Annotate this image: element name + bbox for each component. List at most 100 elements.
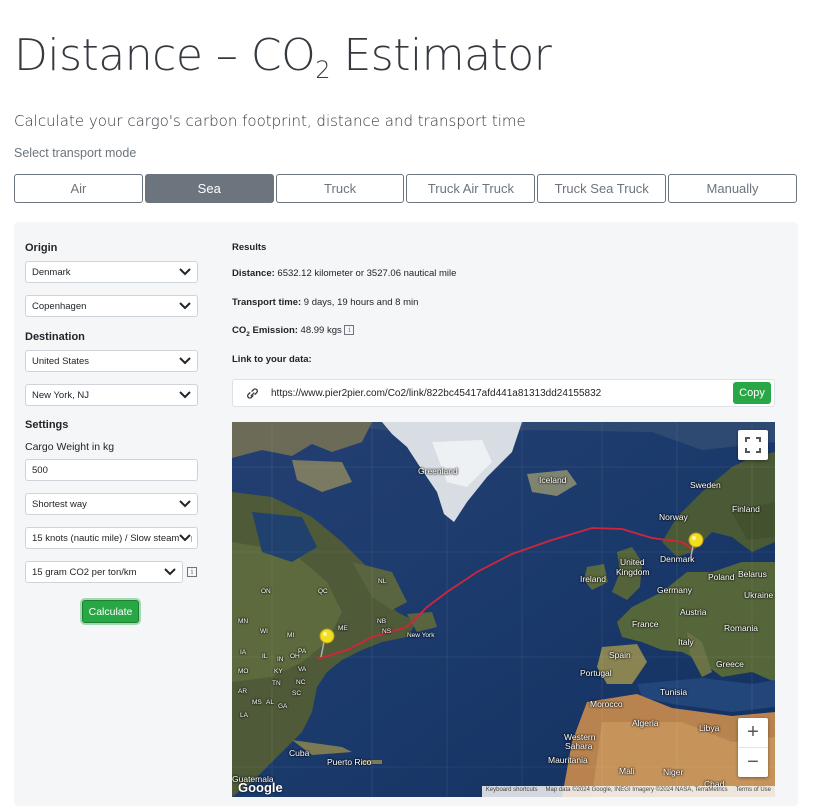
terms-of-use-link[interactable]: Terms of Use [736, 787, 771, 796]
map-label: Sweden [690, 480, 721, 490]
page-title: Distance – CO2 Estimator [14, 30, 552, 84]
map-label: ON [261, 588, 271, 595]
chevron-down-icon [179, 302, 191, 310]
map-label: Germany [657, 585, 692, 595]
map-data-credit: Map data ©2024 Google, INEGI Imagery ©20… [545, 787, 728, 793]
co2-emission-result: CO2 Emission: 48.99 kgs i [232, 325, 355, 338]
cargo-weight-input[interactable]: 500 [25, 459, 198, 481]
map-label: Niger [663, 767, 684, 777]
map-label: Portugal [580, 668, 612, 678]
map-label: Finland [732, 504, 760, 514]
share-link-field[interactable]: https://www.pier2pier.com/Co2/link/822bc… [232, 379, 775, 407]
map-label: Puerto Rico [327, 757, 372, 767]
map-label: Greenland [418, 466, 458, 476]
zoom-in-button[interactable]: + [738, 719, 768, 748]
transport-mode-group: Air Sea Truck Truck Air Truck Truck Sea … [14, 174, 797, 203]
map-label: France [632, 619, 659, 629]
destination-country-select[interactable]: United States [25, 350, 198, 372]
map-label: WI [260, 628, 268, 635]
map-label: Sahara [565, 741, 593, 751]
map-label: Ukraine [744, 590, 774, 600]
fullscreen-button[interactable] [738, 430, 768, 460]
origin-city-select[interactable]: Copenhagen [25, 295, 198, 317]
map-label: QC [318, 588, 328, 595]
map-label: Cuba [289, 748, 310, 758]
chevron-down-icon [179, 268, 191, 276]
map-label: GA [278, 703, 288, 710]
map-label: NL [378, 578, 387, 585]
emission-factor-select[interactable]: 15 gram CO2 per ton/km [25, 561, 183, 583]
route-select[interactable]: Shortest way [25, 493, 198, 515]
map-label: IN [277, 656, 284, 663]
chevron-down-icon [179, 357, 191, 365]
origin-label: Origin [25, 242, 58, 254]
map-label: ME [338, 625, 348, 632]
map-label: LA [240, 712, 248, 719]
map-label: VA [298, 666, 307, 673]
info-icon[interactable]: i [344, 325, 355, 336]
map-label: Italy [678, 637, 694, 647]
route-map[interactable]: Greenland Iceland Sweden Norway Finland … [232, 422, 775, 797]
destination-label: Destination [25, 331, 85, 343]
cargo-weight-label: Cargo Weight in kg [25, 441, 115, 453]
map-label: Mali [619, 766, 635, 776]
map-label: Kingdom [616, 567, 650, 577]
map-label: Spain [609, 650, 631, 660]
map-label: New York [407, 632, 435, 639]
map-label: NS [382, 628, 392, 635]
google-logo: Google [238, 780, 283, 795]
map-label: Libya [699, 723, 720, 733]
map-label: IA [240, 649, 247, 656]
map-label: Iceland [539, 475, 567, 485]
map-label: KY [274, 668, 283, 675]
keyboard-shortcuts-link[interactable]: Keyboard shortcuts [486, 787, 538, 796]
map-label: Romania [724, 623, 759, 633]
map-attribution: Keyboard shortcuts Map data ©2024 Google… [481, 786, 775, 797]
info-icon[interactable]: i [187, 567, 197, 577]
mode-button-sea[interactable]: Sea [144, 174, 274, 203]
page-subtitle: Calculate your cargo's carbon footprint,… [14, 112, 526, 130]
map-label: Mauritania [548, 755, 588, 765]
map-label: NB [377, 618, 387, 625]
map-label: AR [238, 688, 248, 695]
chevron-down-icon [179, 500, 191, 508]
destination-city-select[interactable]: New York, NJ [25, 384, 198, 406]
map-label: Austria [680, 607, 707, 617]
link-icon [247, 388, 258, 399]
zoom-out-button[interactable]: − [738, 748, 768, 777]
mode-button-truck-sea-truck[interactable]: Truck Sea Truck [537, 174, 667, 203]
chevron-down-icon [164, 568, 176, 576]
map-label: Norway [659, 512, 688, 522]
copy-button[interactable]: Copy [733, 382, 771, 404]
map-label: Algeria [632, 718, 659, 728]
map-label: Tunisia [660, 687, 688, 697]
map-label: MO [238, 668, 249, 675]
map-label: MS [252, 699, 262, 706]
speed-select[interactable]: 15 knots (nautic mile) / Slow steaming [25, 527, 198, 549]
map-label: Greece [716, 659, 744, 669]
chevron-down-icon [179, 533, 191, 543]
mode-button-manually[interactable]: Manually [668, 174, 797, 203]
map-label: MI [287, 632, 295, 639]
destination-pin-icon[interactable] [318, 628, 336, 658]
map-label: NC [296, 679, 306, 686]
distance-result: Distance: 6532.12 kilometer or 3527.06 n… [232, 268, 457, 279]
map-label: IL [262, 653, 268, 660]
map-label: AL [266, 699, 274, 706]
results-title: Results [232, 242, 267, 253]
zoom-control: + − [738, 718, 768, 777]
mode-button-truck-air-truck[interactable]: Truck Air Truck [406, 174, 536, 203]
share-link-url[interactable]: https://www.pier2pier.com/Co2/link/822bc… [271, 388, 601, 399]
map-label: Denmark [660, 554, 695, 564]
transport-mode-label: Select transport mode [14, 146, 137, 160]
mode-button-air[interactable]: Air [14, 174, 143, 203]
origin-country-select[interactable]: Denmark [25, 261, 198, 283]
calculate-button[interactable]: Calculate [82, 600, 139, 623]
mode-button-truck[interactable]: Truck [275, 174, 405, 203]
map-label: MN [238, 618, 249, 625]
map-label: United [620, 557, 645, 567]
map-label: SC [292, 690, 302, 697]
map-label: Belarus [738, 569, 767, 579]
map-label: Poland [708, 572, 735, 582]
link-label: Link to your data: [232, 354, 312, 365]
